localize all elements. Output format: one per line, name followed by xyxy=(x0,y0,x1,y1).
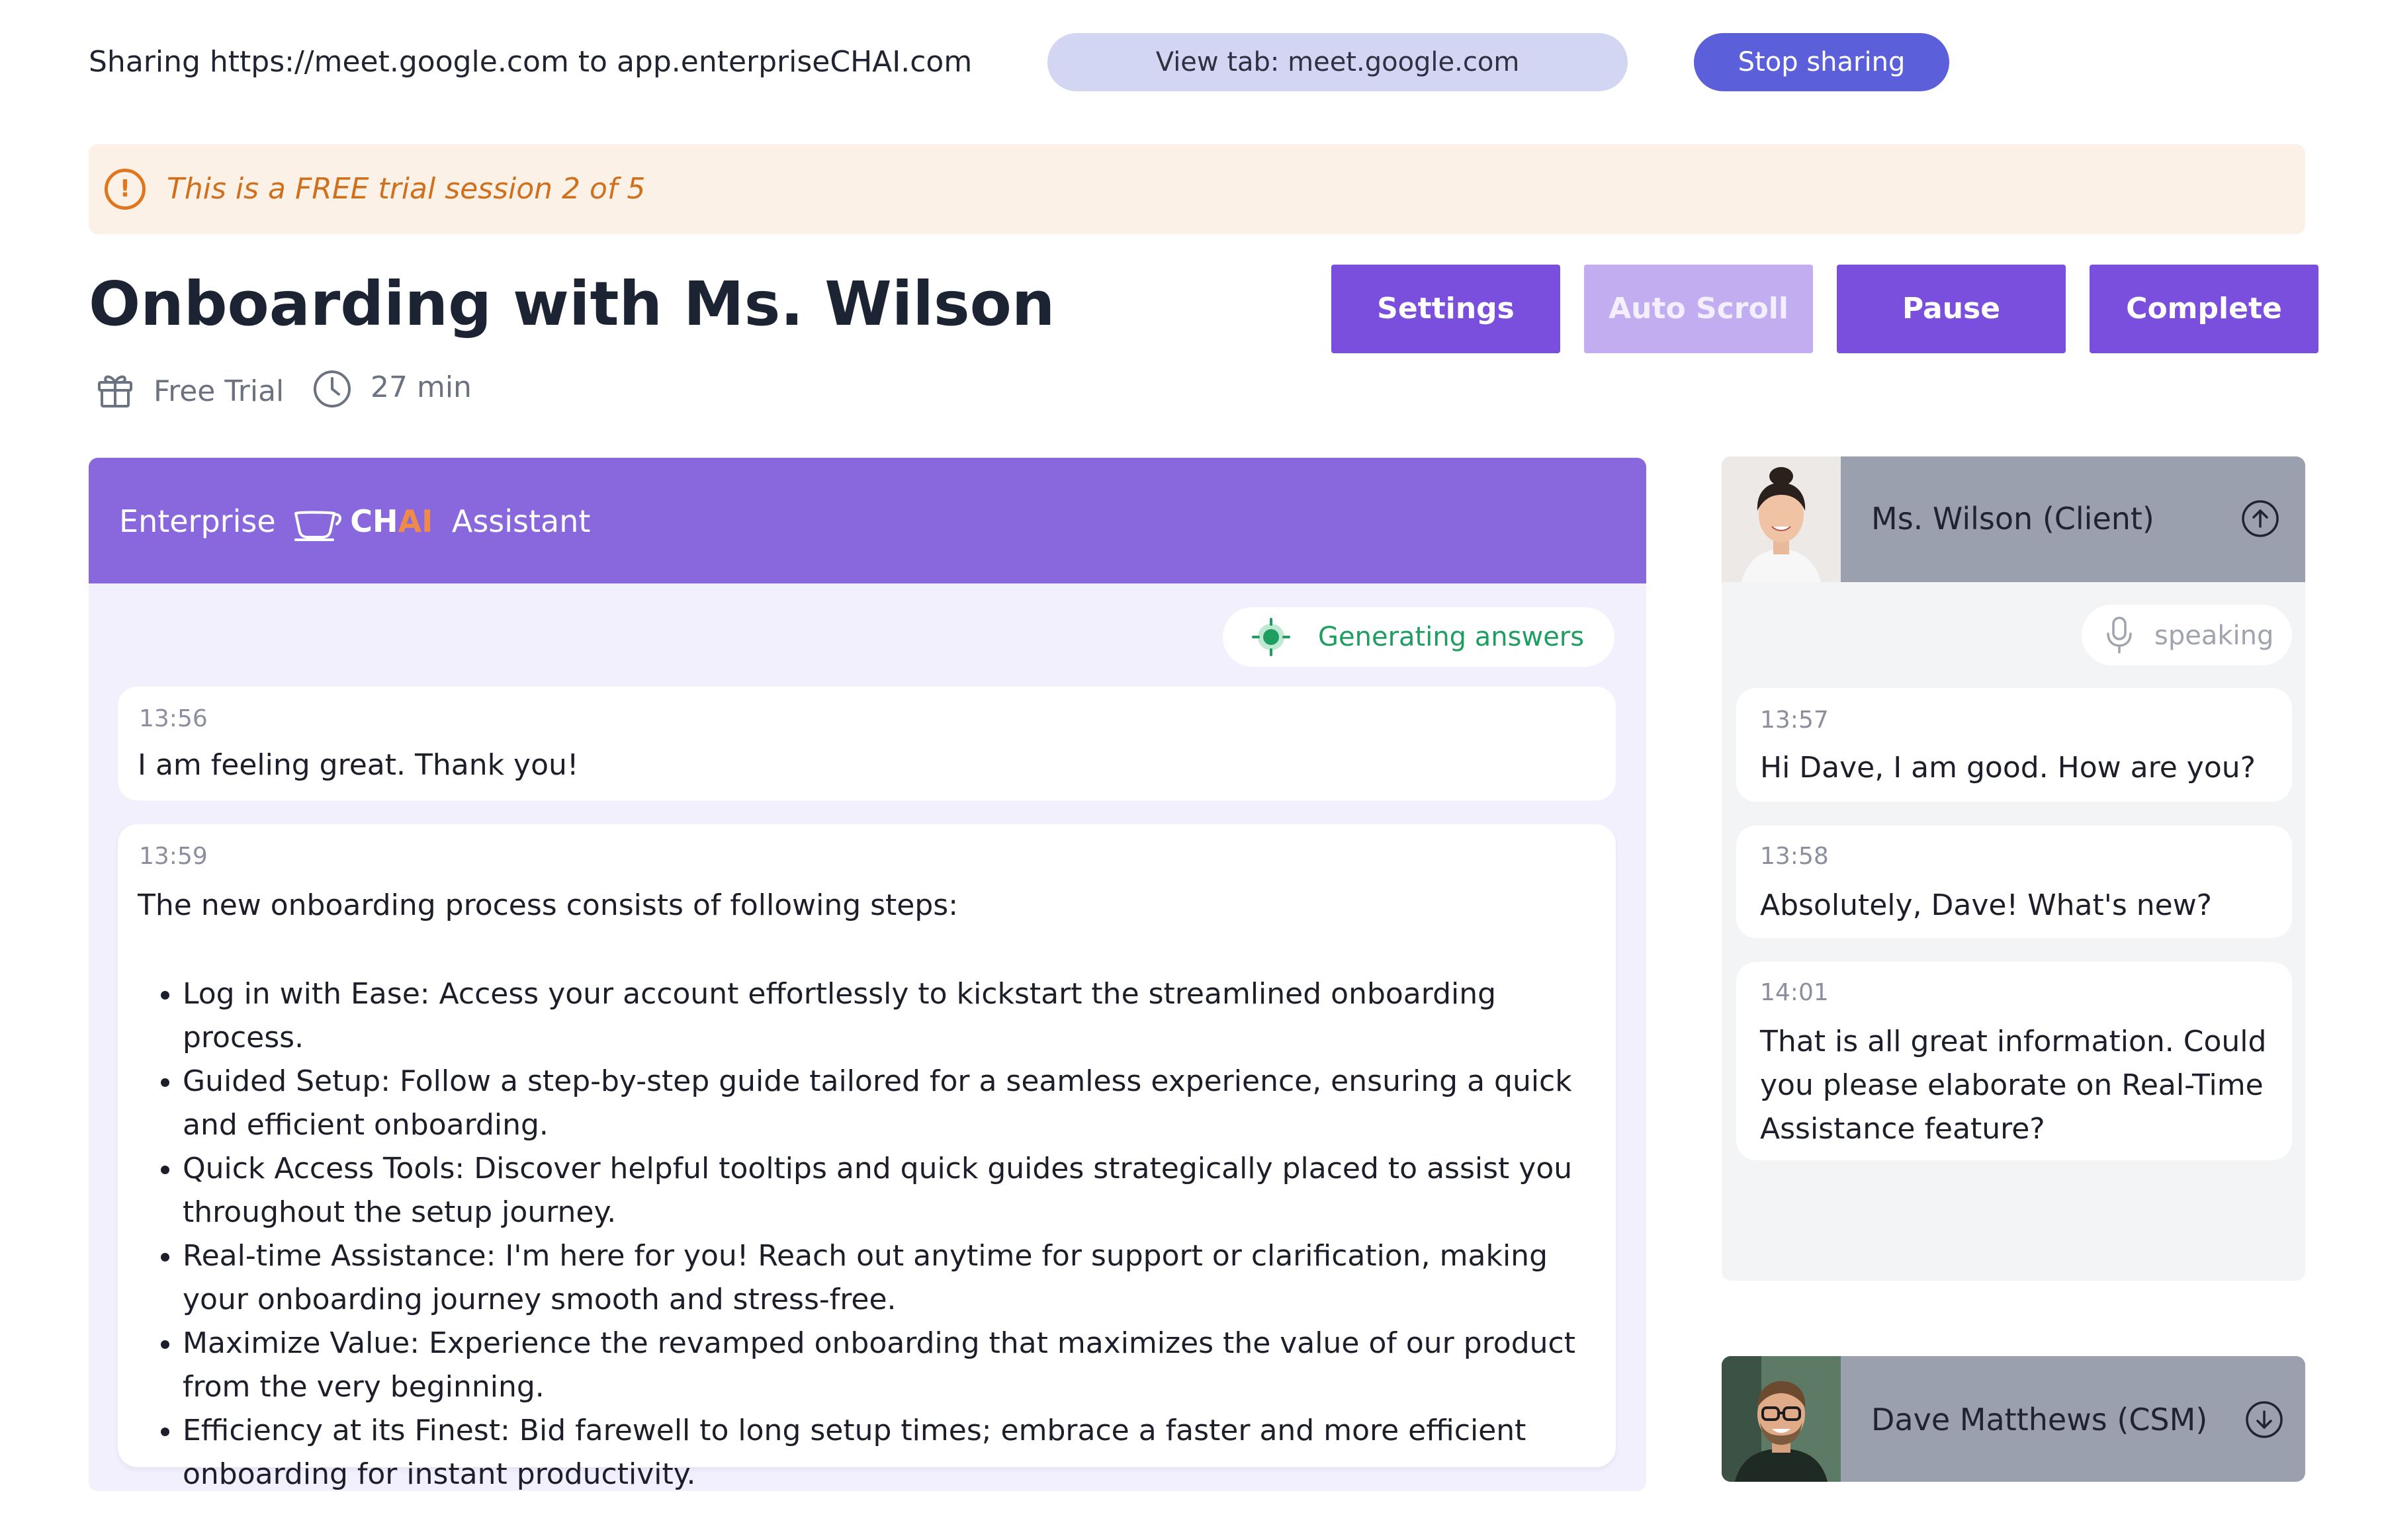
list-item: Efficiency at its Finest: Bid farewell t… xyxy=(183,1409,1593,1496)
csm-avatar xyxy=(1722,1356,1841,1482)
message-text: That is all great information. Could you… xyxy=(1760,1025,2267,1146)
generating-status-text: Generating answers xyxy=(1318,622,1585,652)
client-avatar xyxy=(1722,456,1841,582)
clock-icon xyxy=(314,370,351,407)
arrow-up-circle-icon[interactable] xyxy=(2240,499,2280,538)
csm-name: Dave Matthews (CSM) xyxy=(1871,1402,2208,1437)
list-item: Real-time Assistance: I'm here for you! … xyxy=(183,1234,1593,1322)
stop-sharing-button[interactable]: Stop sharing xyxy=(1694,33,1949,91)
brand-prefix: Enterprise xyxy=(119,503,276,539)
message-timestamp: 13:58 xyxy=(1760,843,1829,870)
pause-button[interactable]: Pause xyxy=(1837,265,2066,353)
list-item: Guided Setup: Follow a step-by-step guid… xyxy=(183,1060,1593,1147)
microphone-icon xyxy=(2107,617,2132,654)
page-title: Onboarding with Ms. Wilson xyxy=(89,269,1055,339)
assistant-title: Enterprise CHAI Assistant xyxy=(119,500,590,542)
cup-logo-icon xyxy=(294,511,342,541)
duration-label: 27 min xyxy=(371,370,472,404)
plan-label: Free Trial xyxy=(154,374,285,408)
message-timestamp: 13:57 xyxy=(1760,706,1829,734)
onboarding-steps-list: Log in with Ease: Access your account ef… xyxy=(138,972,1593,1496)
auto-scroll-button[interactable]: Auto Scroll xyxy=(1584,265,1813,353)
brand-suffix: Assistant xyxy=(451,503,591,539)
message-timestamp: 13:59 xyxy=(139,843,208,870)
target-icon xyxy=(1252,618,1290,656)
arrow-down-circle-icon[interactable] xyxy=(2244,1400,2284,1439)
gift-icon xyxy=(98,375,132,407)
list-item: Maximize Value: Experience the revamped … xyxy=(183,1322,1593,1409)
message-intro: The new onboarding process consists of f… xyxy=(138,888,959,922)
view-tab-button[interactable]: View tab: meet.google.com xyxy=(1047,33,1628,91)
settings-button[interactable]: Settings xyxy=(1331,265,1560,353)
message-timestamp: 14:01 xyxy=(1760,979,1829,1006)
client-name: Ms. Wilson (Client) xyxy=(1871,501,2154,536)
list-item: Log in with Ease: Access your account ef… xyxy=(183,972,1593,1060)
brand-ch: CH xyxy=(350,503,398,539)
complete-button[interactable]: Complete xyxy=(2090,265,2318,353)
sharing-status-text: Sharing https://meet.google.com to app.e… xyxy=(89,45,973,79)
message-text: Absolutely, Dave! What's new? xyxy=(1760,888,2213,922)
list-item: Quick Access Tools: Discover helpful too… xyxy=(183,1147,1593,1234)
trial-banner-text: This is a FREE trial session 2 of 5 xyxy=(167,172,646,206)
message-text: I am feeling great. Thank you! xyxy=(138,748,579,782)
speaking-status-text: speaking xyxy=(2154,620,2274,651)
message-text: Hi Dave, I am good. How are you? xyxy=(1760,751,2256,785)
alert-circle-icon: ! xyxy=(105,169,146,210)
brand-ai: AI xyxy=(398,503,433,539)
message-timestamp: 13:56 xyxy=(139,705,208,732)
